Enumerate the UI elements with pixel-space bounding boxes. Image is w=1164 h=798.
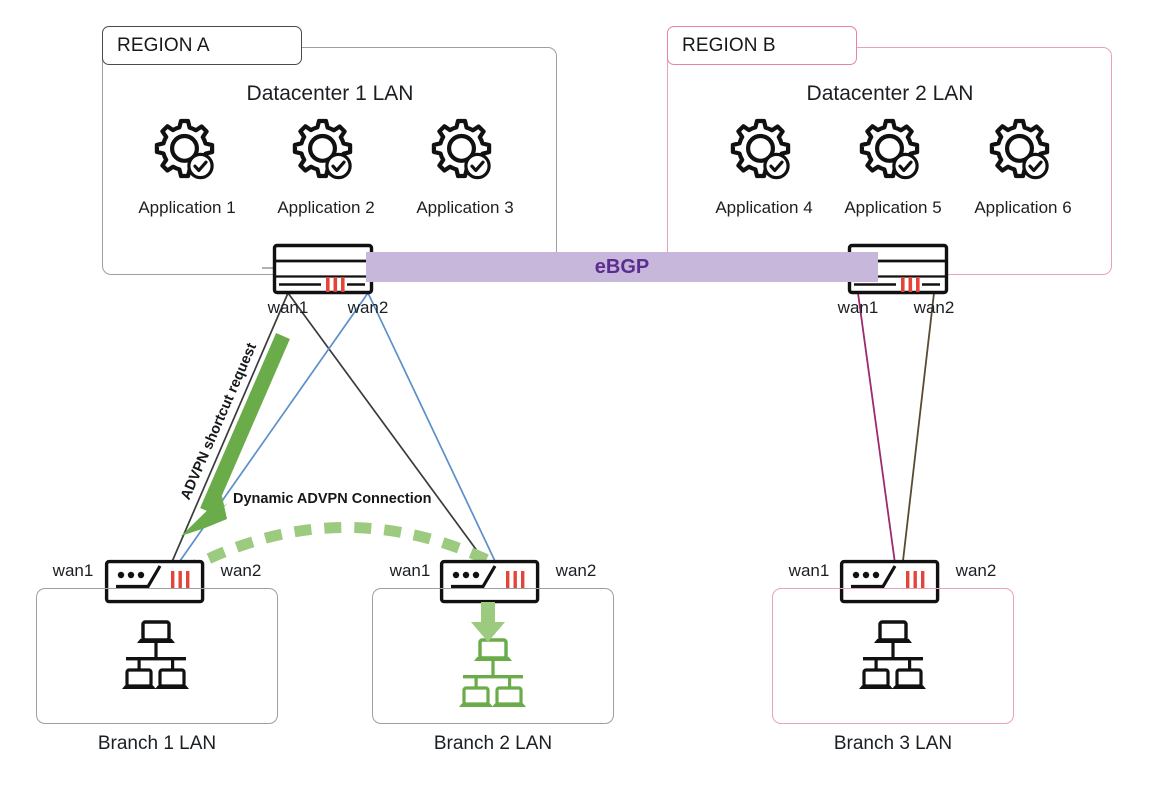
branch3-wan2-label: wan2 xyxy=(955,561,997,580)
branch1-wan1-label: wan1 xyxy=(52,561,94,580)
gear-check-icon xyxy=(733,121,788,178)
dynamic-advpn-connection-label: Dynamic ADVPN Connection xyxy=(233,491,432,507)
dc2-wan1-label: wan1 xyxy=(837,298,879,317)
branch-1-label: Branch 1 LAN xyxy=(97,733,217,754)
application-label: Application 5 xyxy=(844,198,942,217)
dc1-wan2-label: wan2 xyxy=(347,298,389,317)
application-label: Application 4 xyxy=(715,198,813,217)
branch3-wan1-label: wan1 xyxy=(788,561,830,580)
gear-check-icon xyxy=(992,121,1047,178)
gear-check-icon xyxy=(862,121,917,178)
branch2-wan1-label: wan1 xyxy=(389,561,431,580)
ebgp-label: eBGP xyxy=(594,256,650,278)
gear-check-icon xyxy=(157,121,212,178)
region-a-tab: REGION A xyxy=(102,26,302,65)
branch-3-label: Branch 3 LAN xyxy=(833,733,953,754)
branch2-wan2-label: wan2 xyxy=(555,561,597,580)
application-label: Application 2 xyxy=(277,198,375,217)
network-diagram-canvas: REGION A REGION B Datacenter 1 LAN Datac… xyxy=(0,0,1164,798)
branch-1-lan-box xyxy=(36,588,278,724)
branch-2-label: Branch 2 LAN xyxy=(433,733,553,754)
region-b-label: REGION B xyxy=(682,34,776,56)
tunnel-line-dc2-wan2-branch3 xyxy=(900,292,935,579)
gear-check-icon xyxy=(295,121,350,178)
application-label: Application 1 xyxy=(138,198,236,217)
application-label: Application 3 xyxy=(416,198,514,217)
region-a-label: REGION A xyxy=(117,34,210,56)
branch-2-lan-box xyxy=(372,588,614,724)
firewall-device-icon xyxy=(272,243,374,295)
branch-3-lan-box xyxy=(772,588,1014,724)
gear-check-icon xyxy=(434,121,489,178)
region-b-tab: REGION B xyxy=(667,26,857,65)
tunnel-line-dc2-wan1-branch3 xyxy=(857,292,898,579)
dc1-wan1-label: wan1 xyxy=(267,298,309,317)
branch1-wan2-label: wan2 xyxy=(220,561,262,580)
dc2-wan2-label: wan2 xyxy=(913,298,955,317)
application-label: Application 6 xyxy=(974,198,1072,217)
